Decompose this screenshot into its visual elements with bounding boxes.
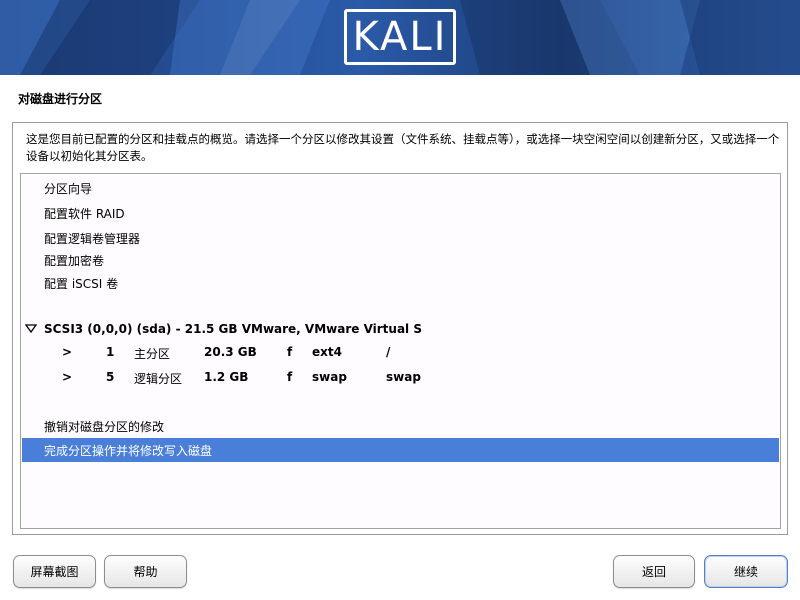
partition-list[interactable]: 分区向导 配置软件 RAID 配置逻辑卷管理器 配置加密卷 配置 iSCSI 卷…: [20, 173, 781, 529]
screenshot-button[interactable]: 屏幕截图: [13, 555, 96, 588]
list-item-guided-partitioning[interactable]: 分区向导: [22, 177, 779, 199]
list-item-undo-changes[interactable]: 撤销对磁盘分区的修改: [22, 415, 779, 437]
partition-size: 20.3 GB: [204, 345, 257, 359]
list-item-label: 配置加密卷: [44, 253, 105, 268]
partition-number: 1: [106, 345, 115, 359]
list-item-label: 配置 iSCSI 卷: [44, 276, 119, 291]
list-item-label: 分区向导: [44, 181, 93, 196]
list-item-label: 配置逻辑卷管理器: [44, 231, 141, 246]
kali-banner: KALI: [0, 0, 800, 75]
list-item-label: 撤销对磁盘分区的修改: [44, 419, 165, 434]
back-button[interactable]: 返回: [613, 555, 695, 588]
partition-mount: swap: [386, 370, 421, 384]
partition-size: 1.2 GB: [204, 370, 249, 384]
partition-number: 5: [106, 370, 115, 384]
list-item-configure-iscsi[interactable]: 配置 iSCSI 卷: [22, 272, 779, 294]
kali-logo: KALI: [344, 9, 456, 65]
partition-mount: /: [386, 345, 391, 359]
kali-logo-text: KALI: [352, 14, 448, 60]
list-item-label: 配置软件 RAID: [44, 206, 125, 221]
partition-row-1[interactable]: > 1 主分区 20.3 GB f ext4 /: [22, 342, 779, 364]
disk-row[interactable]: SCSI3 (0,0,0) (sda) - 21.5 GB VMware, VM…: [22, 318, 779, 340]
disk-label: SCSI3 (0,0,0) (sda) - 21.5 GB VMware, VM…: [44, 322, 422, 336]
list-item-configure-lvm[interactable]: 配置逻辑卷管理器: [22, 227, 779, 249]
help-button[interactable]: 帮助: [104, 555, 187, 588]
partition-row-5[interactable]: > 5 逻辑分区 1.2 GB f swap swap: [22, 367, 779, 389]
partition-type: 逻辑分区: [134, 372, 183, 386]
list-item-configure-encrypted[interactable]: 配置加密卷: [22, 249, 779, 271]
page-title: 对磁盘进行分区: [18, 92, 103, 106]
partition-fs: swap: [312, 370, 347, 384]
partition-fs: ext4: [312, 345, 342, 359]
instruction-text: 这是您目前已配置的分区和挂载点的概览。请选择一个分区以修改其设置（文件系统、挂载…: [26, 132, 780, 163]
partition-flag: f: [287, 345, 293, 359]
chevron-down-icon: [25, 324, 37, 334]
list-item-configure-raid[interactable]: 配置软件 RAID: [22, 202, 779, 224]
partition-flag: f: [287, 370, 293, 384]
expand-arrow: >: [62, 345, 73, 359]
continue-button[interactable]: 继续: [704, 555, 788, 588]
expand-arrow: >: [62, 370, 73, 384]
list-item-finish-partitioning[interactable]: 完成分区操作并将修改写入磁盘: [22, 438, 779, 462]
partition-type: 主分区: [134, 347, 171, 361]
list-item-label: 完成分区操作并将修改写入磁盘: [44, 443, 213, 458]
